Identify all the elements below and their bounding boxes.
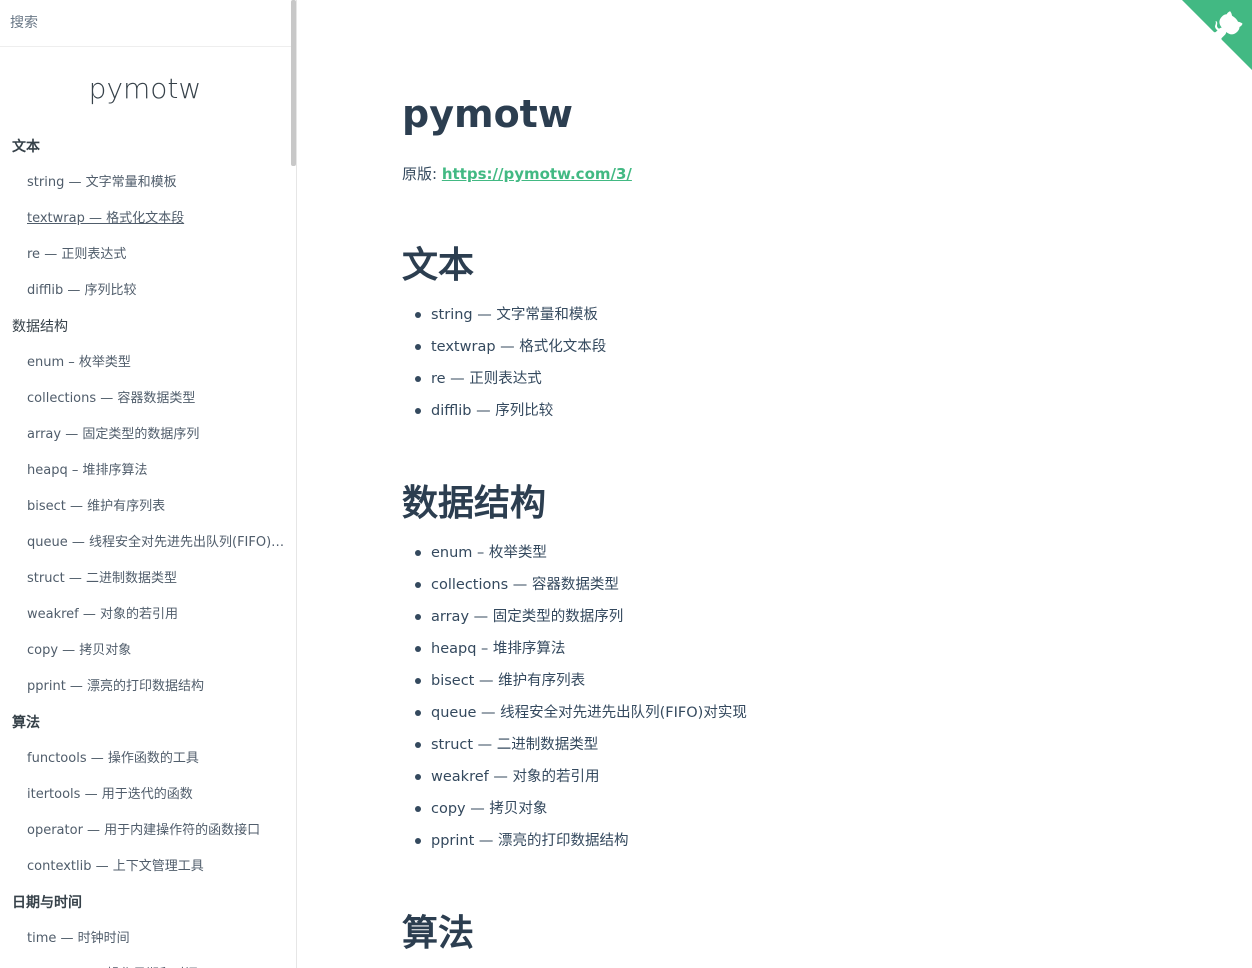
sidebar-section-data-structures[interactable]: 数据结构	[0, 309, 290, 345]
source-link[interactable]: https://pymotw.com/3/	[442, 165, 632, 183]
sidebar-item-functools[interactable]: functools — 操作函数的工具	[0, 741, 287, 777]
section-heading-data-structures: 数据结构	[402, 483, 547, 524]
sidebar-item-queue[interactable]: queue — 线程安全对先进先出队列(FIFO)对实现	[0, 525, 287, 561]
list-item[interactable]: weakref — 对象的若引用	[415, 761, 747, 793]
list-item[interactable]: re — 正则表达式	[414, 363, 606, 395]
search-box	[0, 0, 296, 47]
sidebar-item-collections[interactable]: collections — 容器数据类型	[0, 381, 287, 417]
section-list-text: string — 文字常量和模板 textwrap — 格式化文本段 re — …	[414, 299, 606, 427]
sidebar-item-itertools[interactable]: itertools — 用于迭代的函数	[0, 777, 287, 813]
search-input[interactable]	[10, 15, 280, 31]
list-item[interactable]: collections — 容器数据类型	[415, 569, 747, 601]
sidebar-item-time[interactable]: time — 时钟时间	[0, 921, 287, 957]
sidebar-item-weakref[interactable]: weakref — 对象的若引用	[0, 597, 287, 633]
page-title: pymotw	[402, 92, 573, 136]
list-item[interactable]: textwrap — 格式化文本段	[414, 331, 606, 363]
sidebar-item-pprint[interactable]: pprint — 漂亮的打印数据结构	[0, 669, 287, 705]
sidebar: pymotw 文本 string — 文字常量和模板 textwrap — 格式…	[0, 0, 297, 968]
sidebar-item-enum[interactable]: enum – 枚举类型	[0, 345, 287, 381]
list-item[interactable]: array — 固定类型的数据序列	[415, 601, 747, 633]
sidebar-item-difflib[interactable]: difflib — 序列比较	[0, 273, 287, 309]
list-item[interactable]: pprint — 漂亮的打印数据结构	[415, 825, 747, 857]
sidebar-item-re[interactable]: re — 正则表达式	[0, 237, 287, 273]
section-heading-algorithms: 算法	[402, 913, 475, 954]
list-item[interactable]: difflib — 序列比较	[414, 395, 606, 427]
sidebar-item-operator[interactable]: operator — 用于内建操作符的函数接口	[0, 813, 287, 849]
list-item[interactable]: copy — 拷贝对象	[415, 793, 747, 825]
sidebar-section-algorithms[interactable]: 算法	[0, 705, 290, 741]
source-line: 原版: https://pymotw.com/3/	[402, 163, 632, 184]
section-heading-text: 文本	[402, 245, 475, 286]
sidebar-scrollbar[interactable]	[291, 0, 296, 166]
sidebar-item-copy[interactable]: copy — 拷贝对象	[0, 633, 287, 669]
app-name[interactable]: pymotw	[0, 72, 296, 114]
source-label: 原版:	[402, 165, 442, 183]
sidebar-nav: 文本 string — 文字常量和模板 textwrap — 格式化文本段 re…	[0, 129, 290, 968]
sidebar-item-heapq[interactable]: heapq – 堆排序算法	[0, 453, 287, 489]
list-item[interactable]: queue — 线程安全对先进先出队列(FIFO)对实现	[415, 697, 747, 729]
sidebar-item-textwrap[interactable]: textwrap — 格式化文本段	[0, 201, 287, 237]
list-item[interactable]: string — 文字常量和模板	[414, 299, 606, 331]
sidebar-item-contextlib[interactable]: contextlib — 上下文管理工具	[0, 849, 287, 885]
list-item[interactable]: heapq – 堆排序算法	[415, 633, 747, 665]
sidebar-item-bisect[interactable]: bisect — 维护有序列表	[0, 489, 287, 525]
sidebar-item-datetime[interactable]: datetime — 操作日期和时间	[0, 957, 287, 968]
sidebar-section-date-time[interactable]: 日期与时间	[0, 885, 290, 921]
github-octocat-icon	[1182, 0, 1252, 70]
sidebar-item-string[interactable]: string — 文字常量和模板	[0, 165, 287, 201]
list-item[interactable]: enum – 枚举类型	[415, 537, 747, 569]
main-content: pymotw 原版: https://pymotw.com/3/ 文本 stri…	[402, 0, 1162, 968]
github-corner-link[interactable]	[1182, 0, 1252, 70]
sidebar-item-struct[interactable]: struct — 二进制数据类型	[0, 561, 287, 597]
list-item[interactable]: bisect — 维护有序列表	[415, 665, 747, 697]
list-item[interactable]: struct — 二进制数据类型	[415, 729, 747, 761]
section-list-data-structures: enum – 枚举类型 collections — 容器数据类型 array —…	[415, 537, 747, 857]
sidebar-section-text[interactable]: 文本	[0, 129, 290, 165]
sidebar-item-array[interactable]: array — 固定类型的数据序列	[0, 417, 287, 453]
